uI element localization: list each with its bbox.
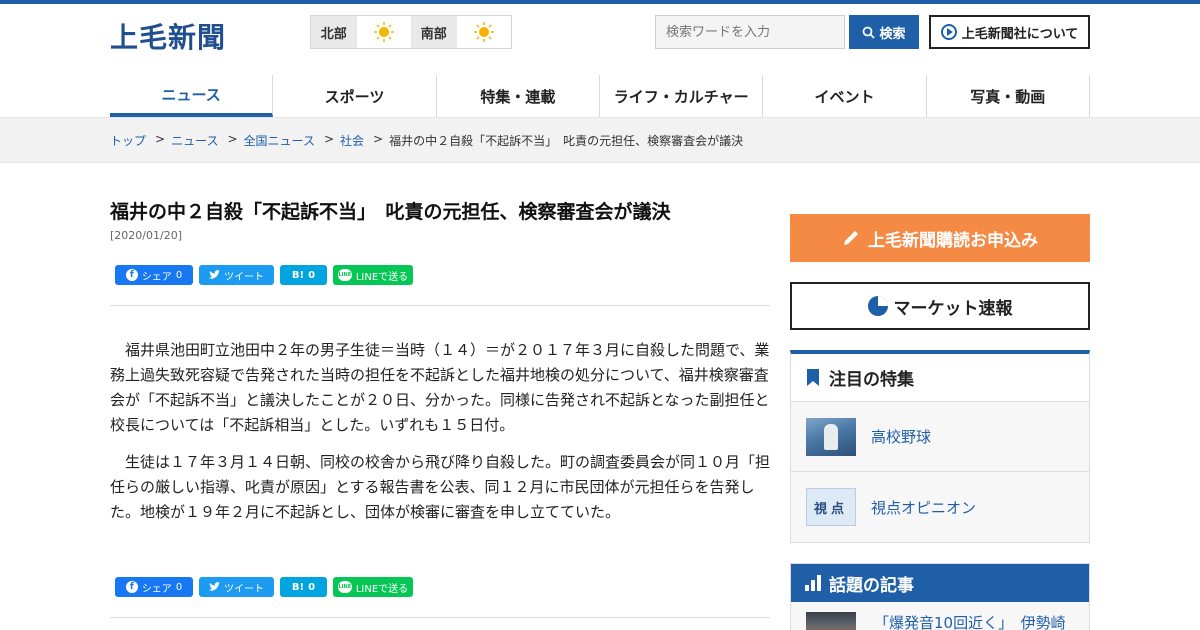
search-icon [863,26,876,39]
line-share-label: LINEで送る [355,583,409,595]
facebook-share-label: シェア [141,583,172,595]
twitter-bird-icon [209,270,220,279]
weather-region-north: 北部 [311,16,357,48]
article-paragraph: 生徒は１７年３月１４日朝、同校の校舎から飛び降り自殺した。町の調査委員会が同１０… [110,453,771,521]
article-date: [2020/01/20] [110,229,182,242]
article-title: 福井の中２自殺「不起訴不当」 叱責の元担任、検察審査会が議決 [110,201,671,223]
facebook-icon: f [125,581,138,593]
hatena-icon: B! [291,269,305,281]
line-share-button[interactable]: LINE LINEで送る [333,577,413,597]
bar-chart-icon [805,575,821,591]
breadcrumb-society[interactable]: 社会 [340,132,364,149]
opinion-thumbnail: 視点 [806,488,856,526]
breadcrumb-top[interactable]: トップ [110,132,146,149]
hatena-count: 0 [308,581,316,593]
facebook-icon: f [125,269,138,281]
nav-tab-sports[interactable]: スポーツ [273,75,437,117]
trending-article-title: 「爆発音10回近く」 伊勢崎 [874,614,1066,630]
facebook-share-count: 0 [175,581,183,593]
line-share-label: LINEで送る [355,271,409,283]
breadcrumb-news[interactable]: ニュース [171,132,218,149]
bookmark-icon [807,369,819,386]
facebook-share-button[interactable]: f シェア 0 [115,265,193,285]
baseball-thumbnail [806,417,856,456]
feature-item-label: 視点オピニオン [871,498,977,517]
hatena-bookmark-button[interactable]: B! 0 [280,265,327,285]
main-nav: ニュース スポーツ 特集・連載 ライフ・カルチャー イベント 写真・動画 [110,75,1090,117]
trending-articles-panel: 話題の記事 「爆発音10回近く」 伊勢崎 [790,563,1090,630]
breadcrumb-bar: トップ > ニュース > 全国ニュース > 社会 > 福井の中２自殺「不起訴不当… [0,117,1200,163]
site-logo[interactable]: 上毛新聞 [110,16,226,56]
twitter-share-label: ツイート [224,583,264,595]
feature-item-label: 高校野球 [871,428,932,446]
feature-item-opinion[interactable]: 視点 視点オピニオン [791,472,1089,542]
trending-articles-title: 話題の記事 [829,575,914,596]
facebook-share-count: 0 [175,269,183,281]
play-circle-icon [940,24,957,40]
featured-specials-header: 注目の特集 [791,354,1089,402]
facebook-share-button[interactable]: f シェア 0 [115,577,193,597]
nav-tab-features[interactable]: 特集・連載 [437,75,600,117]
breadcrumb-current: 福井の中２自殺「不起訴不当」 叱責の元担任、検察審査会が議決 [389,134,744,148]
pencil-icon [844,231,858,245]
sun-icon [457,16,511,48]
share-buttons-top: f シェア 0 ツイート B! 0 LINE LINEで送る [115,265,413,285]
market-news-button[interactable]: マーケット速報 [790,282,1090,330]
nav-tab-photo-video[interactable]: 写真・動画 [927,75,1090,117]
breadcrumb-separator: > [227,132,238,146]
twitter-share-button[interactable]: ツイート [199,577,274,597]
breadcrumb-separator: > [323,132,335,146]
breadcrumb-national-news[interactable]: 全国ニュース [244,132,315,149]
featured-specials-title: 注目の特集 [829,370,914,390]
divider [110,617,770,618]
about-company-button[interactable]: 上毛新聞社について [929,15,1090,49]
hatena-bookmark-button[interactable]: B! 0 [280,577,327,597]
twitter-bird-icon [209,582,220,591]
trending-articles-header: 話題の記事 [791,564,1089,602]
market-news-label: マーケット速報 [893,298,1013,319]
feature-item-high-school-baseball[interactable]: 高校野球 [791,402,1089,472]
twitter-share-label: ツイート [224,271,264,283]
weather-region-south: 南部 [411,16,457,48]
trending-article-item[interactable]: 「爆発音10回近く」 伊勢崎 [791,602,1089,630]
subscribe-label: 上毛新聞購読お申込み [868,230,1038,251]
weather-widget: 北部 南部 [310,15,512,49]
share-buttons-bottom: f シェア 0 ツイート B! 0 LINE LINEで送る [115,577,413,597]
subscribe-button[interactable]: 上毛新聞購読お申込み [790,214,1090,262]
search-button[interactable]: 検索 [849,15,919,49]
search-input[interactable] [655,15,845,49]
divider [110,305,770,306]
breadcrumb: トップ > ニュース > 全国ニュース > 社会 > 福井の中２自殺「不起訴不当… [110,132,743,149]
nav-tab-news[interactable]: ニュース [110,75,274,117]
breadcrumb-separator: > [373,132,384,146]
featured-specials-panel: 注目の特集 高校野球 視点 視点オピニオン [790,350,1090,543]
nav-tab-life-culture[interactable]: ライフ・カルチャー [600,75,764,117]
line-icon: LINE [337,269,352,281]
line-icon: LINE [337,581,352,593]
pie-chart-icon [867,296,888,316]
facebook-share-label: シェア [141,271,172,283]
twitter-share-button[interactable]: ツイート [199,265,274,285]
search-button-label: 検索 [879,25,906,41]
nav-tab-events[interactable]: イベント [763,75,927,117]
article-body: 福井県池田町立池田中２年の男子生徒＝当時（１４）＝が２０１７年３月に自殺した問題… [110,338,770,537]
article-paragraph: 福井県池田町立池田中２年の男子生徒＝当時（１４）＝が２０１７年３月に自殺した問題… [110,341,770,434]
article-thumbnail [806,612,856,630]
about-company-label: 上毛新聞社について [961,26,1079,42]
hatena-count: 0 [308,269,316,281]
line-share-button[interactable]: LINE LINEで送る [333,265,413,285]
breadcrumb-separator: > [155,132,166,146]
sun-icon [357,16,411,48]
hatena-icon: B! [291,581,305,593]
